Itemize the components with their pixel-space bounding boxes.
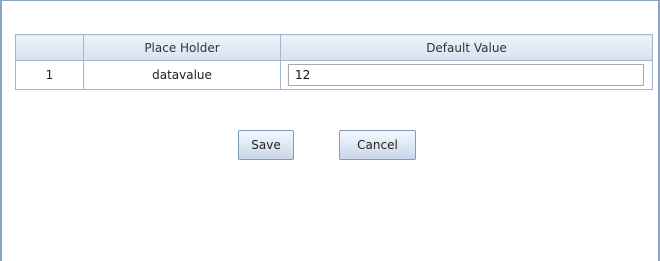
table-header-row: Place Holder Default Value — [15, 34, 653, 61]
cancel-button[interactable]: Cancel — [339, 130, 416, 160]
default-value-cell — [280, 60, 653, 90]
placeholder-table: Place Holder Default Value 1 datavalue — [15, 34, 653, 90]
row-index-cell: 1 — [15, 60, 84, 90]
table-row: 1 datavalue — [15, 60, 653, 90]
save-button[interactable]: Save — [238, 130, 294, 160]
column-header-index — [15, 34, 84, 61]
column-header-default-value: Default Value — [280, 34, 653, 61]
column-header-place-holder: Place Holder — [83, 34, 281, 61]
placeholder-name-cell: datavalue — [83, 60, 281, 90]
placeholder-dialog: Place Holder Default Value 1 datavalue S… — [0, 0, 660, 261]
default-value-input[interactable] — [288, 64, 644, 86]
